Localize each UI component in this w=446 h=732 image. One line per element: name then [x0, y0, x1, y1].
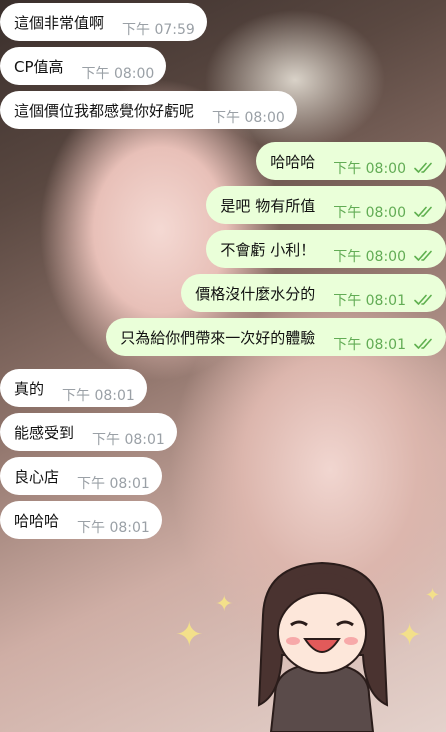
sparkle-icon: ✦ — [215, 592, 234, 617]
message-text: 良心店 — [14, 467, 60, 486]
message-timestamp: 下午 08:00 — [333, 161, 406, 177]
message-timestamp: 下午 08:01 — [333, 293, 406, 309]
message-timestamp: 下午 08:01 — [62, 388, 135, 404]
double-check-icon — [414, 250, 432, 261]
message-timestamp: 下午 08:01 — [77, 476, 150, 492]
message-timestamp: 下午 08:01 — [92, 432, 165, 448]
sparkle-icon: ✦ — [397, 618, 423, 653]
double-check-icon — [414, 206, 432, 217]
outgoing-message-bubble[interactable]: 不會虧 小利！ 下午 08:00 — [206, 230, 446, 268]
message-timestamp: 下午 08:01 — [333, 337, 406, 353]
message-text: 真的 — [14, 379, 45, 398]
message-text: 這個非常值啊 — [14, 13, 105, 32]
sparkle-icon: ✦ — [175, 615, 204, 655]
incoming-message-bubble[interactable]: 這個非常值啊 下午 07:59 — [0, 3, 207, 41]
incoming-message-bubble[interactable]: 哈哈哈 下午 08:01 — [0, 501, 162, 539]
outgoing-message-bubble[interactable]: 只為給你們帶來一次好的體驗 下午 08:01 — [106, 318, 446, 356]
incoming-message-bubble[interactable]: 良心店 下午 08:01 — [0, 457, 162, 495]
message-text: 只為給你們帶來一次好的體驗 — [120, 328, 316, 347]
message-timestamp: 下午 07:59 — [122, 22, 195, 38]
double-check-icon — [414, 338, 432, 349]
message-timestamp: 下午 08:00 — [212, 110, 285, 126]
message-text: CP值高 — [14, 57, 64, 76]
chibi-girl-sticker — [257, 561, 389, 732]
message-timestamp: 下午 08:00 — [333, 205, 406, 221]
double-check-icon — [414, 162, 432, 173]
double-check-icon — [414, 294, 432, 305]
message-text: 價格沒什麼水分的 — [195, 284, 316, 303]
outgoing-message-bubble[interactable]: 哈哈哈 下午 08:00 — [256, 142, 446, 180]
message-timestamp: 下午 08:00 — [81, 66, 155, 82]
sparkle-icon: ✦ — [425, 585, 441, 606]
message-text: 不會虧 小利！ — [220, 240, 316, 259]
message-timestamp: 下午 08:00 — [333, 249, 406, 265]
message-text: 是吧 物有所值 — [220, 196, 316, 215]
outgoing-message-bubble[interactable]: 是吧 物有所值 下午 08:00 — [206, 186, 446, 224]
message-text: 哈哈哈 — [14, 511, 60, 530]
message-text: 能感受到 — [14, 423, 75, 442]
message-text: 這個價位我都感覺你好虧呢 — [14, 101, 195, 120]
incoming-message-bubble[interactable]: 這個價位我都感覺你好虧呢 下午 08:00 — [0, 91, 297, 129]
message-text: 哈哈哈 — [270, 152, 316, 171]
incoming-message-bubble[interactable]: CP值高 下午 08:00 — [0, 47, 167, 85]
message-timestamp: 下午 08:01 — [77, 520, 150, 536]
incoming-message-bubble[interactable]: 能感受到 下午 08:01 — [0, 413, 177, 451]
incoming-message-bubble[interactable]: 真的 下午 08:01 — [0, 369, 147, 407]
outgoing-message-bubble[interactable]: 價格沒什麼水分的 下午 08:01 — [181, 274, 446, 312]
